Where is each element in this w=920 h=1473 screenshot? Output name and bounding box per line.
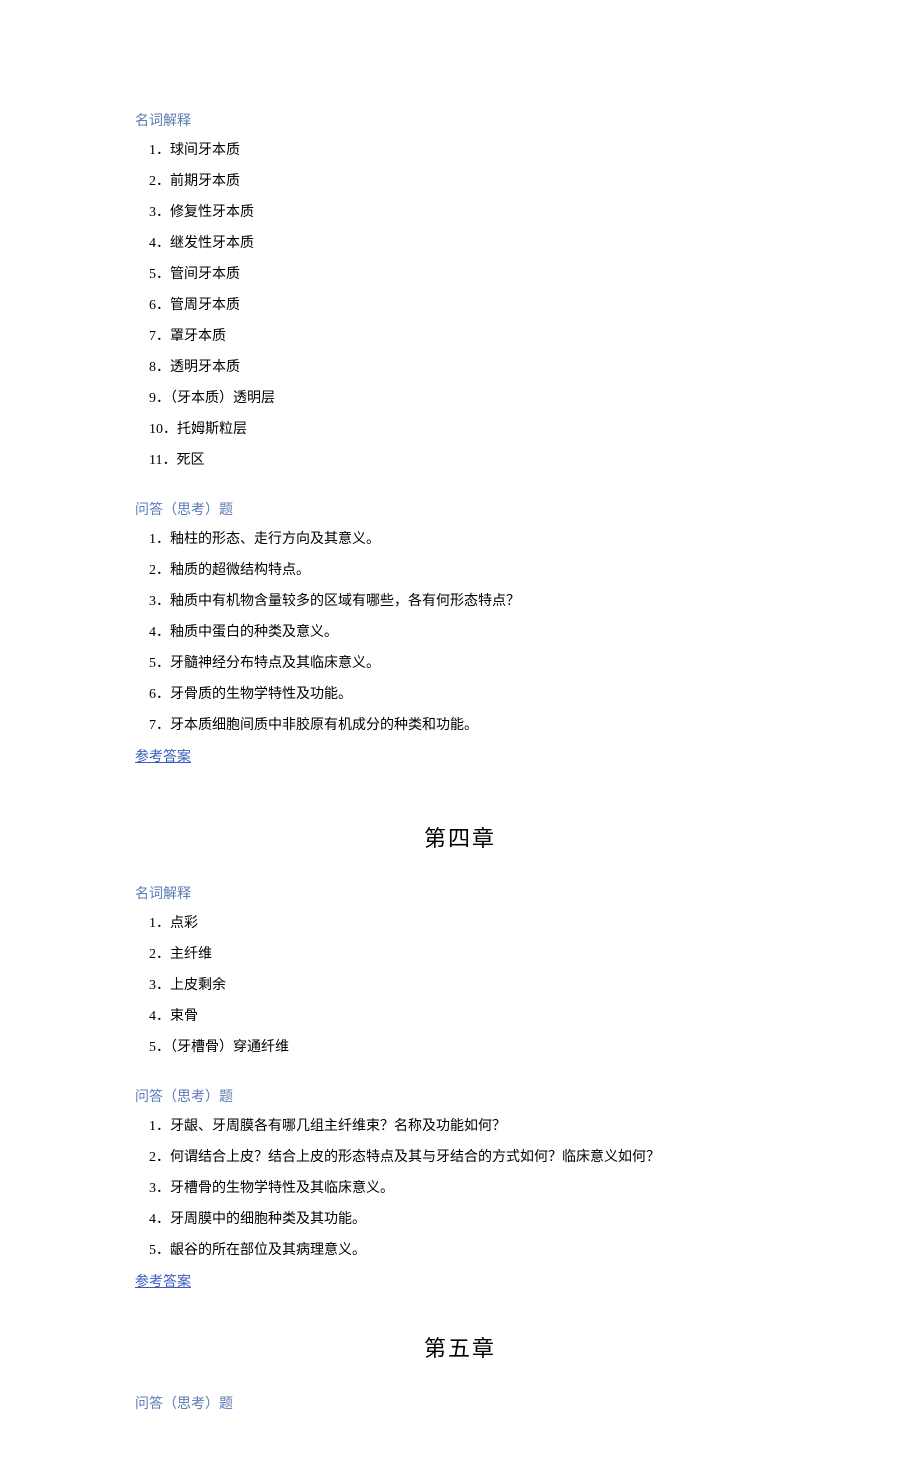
section-heading: 名词解释 [135, 883, 785, 903]
list-item: 8．透明牙本质 [135, 357, 785, 378]
list-item: 1．点彩 [135, 913, 785, 934]
list-item: 11．死区 [135, 450, 785, 471]
list-item: 5．（牙槽骨）穿通纤维 [135, 1037, 785, 1058]
section-questions-ch3: 问答（思考）题 1．釉柱的形态、走行方向及其意义。 2．釉质的超微结构特点。 3… [135, 499, 785, 821]
list-item: 3．上皮剩余 [135, 975, 785, 996]
section-heading: 问答（思考）题 [135, 1086, 785, 1106]
section-terms-ch3: 名词解释 1．球间牙本质 2．前期牙本质 3．修复性牙本质 4．继发性牙本质 5… [135, 110, 785, 471]
list-item: 4．釉质中蛋白的种类及意义。 [135, 622, 785, 643]
list-item: 2．主纤维 [135, 944, 785, 965]
list-item: 4．牙周膜中的细胞种类及其功能。 [135, 1209, 785, 1230]
section-heading: 名词解释 [135, 110, 785, 130]
list-item: 1．釉柱的形态、走行方向及其意义。 [135, 529, 785, 550]
document-page: 名词解释 1．球间牙本质 2．前期牙本质 3．修复性牙本质 4．继发性牙本质 5… [0, 0, 920, 1473]
section-questions-ch5: 问答（思考）题 [135, 1393, 785, 1413]
chapter-5-title: 第五章 [135, 1331, 785, 1363]
list-item: 6．牙骨质的生物学特性及功能。 [135, 684, 785, 705]
list-item: 3．修复性牙本质 [135, 202, 785, 223]
list-item: 4．束骨 [135, 1006, 785, 1027]
section-questions-ch4: 问答（思考）题 1．牙龈、牙周膜各有哪几组主纤维束？名称及功能如何？ 2．何谓结… [135, 1086, 785, 1331]
list-item: 3．釉质中有机物含量较多的区域有哪些，各有何形态特点？ [135, 591, 785, 612]
questions-list: 1．釉柱的形态、走行方向及其意义。 2．釉质的超微结构特点。 3．釉质中有机物含… [135, 529, 785, 736]
list-item: 10．托姆斯粒层 [135, 419, 785, 440]
list-item: 5．牙髓神经分布特点及其临床意义。 [135, 653, 785, 674]
chapter-4-title: 第四章 [135, 821, 785, 853]
list-item: 7．罩牙本质 [135, 326, 785, 347]
list-item: 5．龈谷的所在部位及其病理意义。 [135, 1240, 785, 1261]
list-item: 9．（牙本质）透明层 [135, 388, 785, 409]
section-heading: 问答（思考）题 [135, 499, 785, 519]
list-item: 2．何谓结合上皮？结合上皮的形态特点及其与牙结合的方式如何？临床意义如何？ [135, 1147, 785, 1168]
terms-list: 1．点彩 2．主纤维 3．上皮剩余 4．束骨 5．（牙槽骨）穿通纤维 [135, 913, 785, 1058]
section-terms-ch4: 名词解释 1．点彩 2．主纤维 3．上皮剩余 4．束骨 5．（牙槽骨）穿通纤维 [135, 883, 785, 1058]
list-item: 1．牙龈、牙周膜各有哪几组主纤维束？名称及功能如何？ [135, 1116, 785, 1137]
list-item: 2．釉质的超微结构特点。 [135, 560, 785, 581]
section-heading: 问答（思考）题 [135, 1393, 785, 1413]
list-item: 1．球间牙本质 [135, 140, 785, 161]
list-item: 3．牙槽骨的生物学特性及其临床意义。 [135, 1178, 785, 1199]
list-item: 2．前期牙本质 [135, 171, 785, 192]
list-item: 4．继发性牙本质 [135, 233, 785, 254]
answer-link[interactable]: 参考答案 [135, 1271, 191, 1291]
questions-list: 1．牙龈、牙周膜各有哪几组主纤维束？名称及功能如何？ 2．何谓结合上皮？结合上皮… [135, 1116, 785, 1261]
list-item: 6．管周牙本质 [135, 295, 785, 316]
terms-list: 1．球间牙本质 2．前期牙本质 3．修复性牙本质 4．继发性牙本质 5．管间牙本… [135, 140, 785, 471]
list-item: 5．管间牙本质 [135, 264, 785, 285]
list-item: 7．牙本质细胞间质中非胶原有机成分的种类和功能。 [135, 715, 785, 736]
answer-link[interactable]: 参考答案 [135, 746, 191, 766]
